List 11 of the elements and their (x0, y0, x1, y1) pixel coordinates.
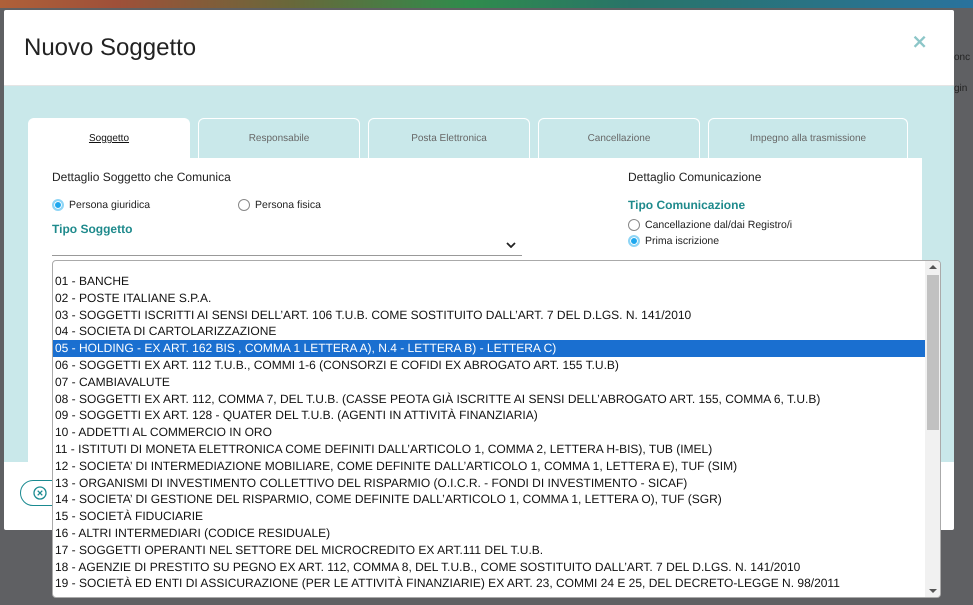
field-label: Tipo Comunicazione (628, 198, 746, 212)
radio-label: Persona giuridica (69, 199, 150, 211)
radio-label: Prima iscrizione (645, 235, 720, 247)
section-heading: Dettaglio Soggetto che Comunica (52, 170, 232, 184)
radio-label: Cancellazione dal/dai Registro/i (645, 219, 792, 231)
field-label: Tipo Soggetto (52, 222, 134, 236)
section-heading: Dettaglio Comunicazione (628, 170, 762, 184)
page-text: gin (954, 83, 968, 94)
radio-label: Persona fisica (255, 199, 321, 211)
page-text: onc (954, 52, 972, 63)
dialog-title: Nuovo Soggetto (24, 34, 196, 62)
